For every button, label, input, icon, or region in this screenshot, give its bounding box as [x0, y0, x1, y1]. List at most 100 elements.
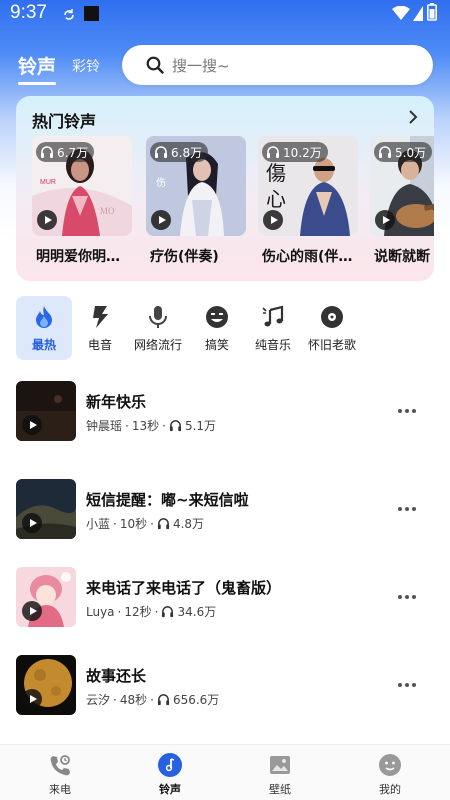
play-icon[interactable]	[22, 415, 42, 435]
hot-ringtone-card[interactable]: 傷 心 10.2万 伤心的雨(伴…	[258, 136, 358, 266]
battery-icon	[427, 3, 437, 26]
hot-ringtone-card[interactable]: MUR MO 6.7万 明明爱你明…	[32, 136, 132, 266]
svg-text:心: 心	[266, 187, 286, 211]
play-count: 6.8万	[171, 145, 203, 160]
more-options-icon[interactable]	[398, 401, 420, 421]
song-cover-image	[16, 479, 76, 539]
tab-ringtone[interactable]: 铃声	[18, 52, 57, 85]
category-pure-music[interactable]: 纯音乐	[245, 296, 301, 360]
play-count-badge: 5.0万	[374, 142, 433, 162]
ringtone-name: 疗伤(伴奏)	[150, 249, 219, 265]
song-list-item[interactable]: 来电话了来电话了（鬼畜版） Luya · 12秒 · 34.6万	[16, 567, 434, 627]
lightning-icon	[93, 306, 108, 328]
music-note-icon	[158, 753, 182, 777]
svg-text:MO: MO	[100, 206, 115, 216]
headphones-icon	[157, 518, 170, 530]
notification-square-icon	[84, 5, 99, 26]
song-title: 短信提醒：嘟~来短信啦	[86, 491, 249, 509]
ringtone-name: 说断就断	[374, 249, 430, 265]
play-count-badge: 10.2万	[262, 142, 328, 162]
song-list-item[interactable]: 短信提醒：嘟~来短信啦 小蓝 · 10秒 · 4.8万	[16, 479, 434, 539]
status-bar: 9:37	[0, 0, 450, 28]
play-count: 10.2万	[283, 145, 322, 160]
play-icon[interactable]	[375, 210, 395, 230]
song-cover-image	[16, 567, 76, 627]
fire-icon	[36, 306, 52, 328]
song-cover-image	[16, 381, 76, 441]
headphones-icon	[41, 146, 53, 158]
phone-icon	[50, 755, 70, 776]
headphones-icon	[157, 694, 170, 706]
nav-ringtone[interactable]: 铃声	[140, 749, 200, 799]
microphone-icon	[149, 306, 167, 328]
song-play-count: 5.1万	[184, 419, 217, 433]
nav-label: 壁纸	[269, 783, 291, 796]
song-title: 来电话了来电话了（鬼畜版）	[86, 579, 282, 597]
nav-label: 铃声	[159, 783, 181, 796]
more-options-icon[interactable]	[398, 675, 420, 695]
music-note-icon	[262, 305, 284, 327]
category-oldies[interactable]: 怀旧老歌	[304, 296, 360, 360]
play-icon[interactable]	[22, 601, 42, 621]
song-artist: 小蓝	[86, 517, 111, 531]
song-play-count: 34.6万	[177, 605, 217, 619]
chevron-right-icon[interactable]	[406, 109, 420, 125]
play-count-badge: 6.7万	[36, 142, 95, 162]
hot-ringtone-card[interactable]: 5.0万 说断就断	[370, 136, 434, 266]
song-duration: 48秒	[119, 693, 148, 707]
nav-incoming-call[interactable]: 来电	[30, 749, 90, 799]
song-duration: 13秒	[131, 419, 160, 433]
sync-icon	[62, 6, 76, 27]
svg-text:傷: 傷	[266, 161, 286, 185]
song-duration: 12秒	[124, 605, 152, 619]
song-meta: 云汐 · 48秒 · 656.6万	[86, 692, 220, 708]
svg-text:伤: 伤	[156, 176, 166, 189]
nav-profile[interactable]: 我的	[360, 749, 420, 799]
hot-ringtones-title: 热门铃声	[32, 112, 97, 131]
headphones-icon	[155, 146, 167, 158]
play-icon[interactable]	[263, 210, 283, 230]
category-internet-pop[interactable]: 网络流行	[130, 296, 186, 360]
song-play-count: 4.8万	[172, 517, 205, 531]
song-title: 故事还长	[86, 667, 147, 685]
song-list-item[interactable]: 故事还长 云汐 · 48秒 · 656.6万	[16, 655, 434, 715]
tab-color-ringback[interactable]: 彩铃	[72, 56, 100, 76]
wifi-icon	[392, 5, 410, 26]
more-options-icon[interactable]	[398, 587, 420, 607]
headphones-icon	[169, 420, 182, 432]
song-list-item[interactable]: 新年快乐 钟晨瑶 · 13秒 · 5.1万	[16, 381, 434, 441]
headphones-icon	[162, 606, 174, 618]
nav-label: 我的	[379, 783, 401, 796]
song-artist: 云汐	[86, 693, 111, 707]
nav-wallpaper[interactable]: 壁纸	[250, 749, 310, 799]
song-meta: Luya · 12秒 · 34.6万	[86, 604, 217, 620]
hot-ringtone-card[interactable]: 伤 6.8万 疗伤(伴奏)	[146, 136, 246, 266]
search-icon	[146, 56, 164, 74]
song-cover-image	[16, 655, 76, 715]
play-icon[interactable]	[22, 689, 42, 709]
user-face-icon	[379, 754, 401, 776]
ringtone-name: 明明爱你明…	[36, 249, 120, 265]
category-label: 怀旧老歌	[307, 338, 356, 352]
category-bar: 最热 电音 网络流行 搞笑 纯音乐 怀旧老歌	[16, 296, 436, 360]
song-play-count: 656.6万	[172, 693, 220, 707]
image-icon	[270, 756, 290, 774]
status-time: 9:37	[10, 2, 47, 23]
search-input[interactable]: 搜一搜~	[122, 45, 433, 85]
search-placeholder: 搜一搜~	[172, 57, 230, 75]
play-icon[interactable]	[151, 210, 171, 230]
song-artist: Luya	[86, 604, 115, 619]
bottom-navigation: 来电 铃声 壁纸 我的	[0, 744, 450, 800]
nav-label: 来电	[49, 783, 71, 796]
smile-icon	[206, 306, 228, 328]
svg-text:MUR: MUR	[40, 179, 56, 186]
play-count-badge: 6.8万	[150, 142, 209, 162]
more-options-icon[interactable]	[398, 499, 420, 519]
signal-icon	[413, 5, 423, 26]
category-electronic[interactable]: 电音	[72, 296, 128, 360]
vinyl-disc-icon	[321, 306, 343, 328]
play-icon[interactable]	[37, 210, 57, 230]
play-count: 5.0万	[395, 145, 427, 160]
headphones-icon	[379, 146, 391, 158]
play-icon[interactable]	[22, 513, 42, 533]
